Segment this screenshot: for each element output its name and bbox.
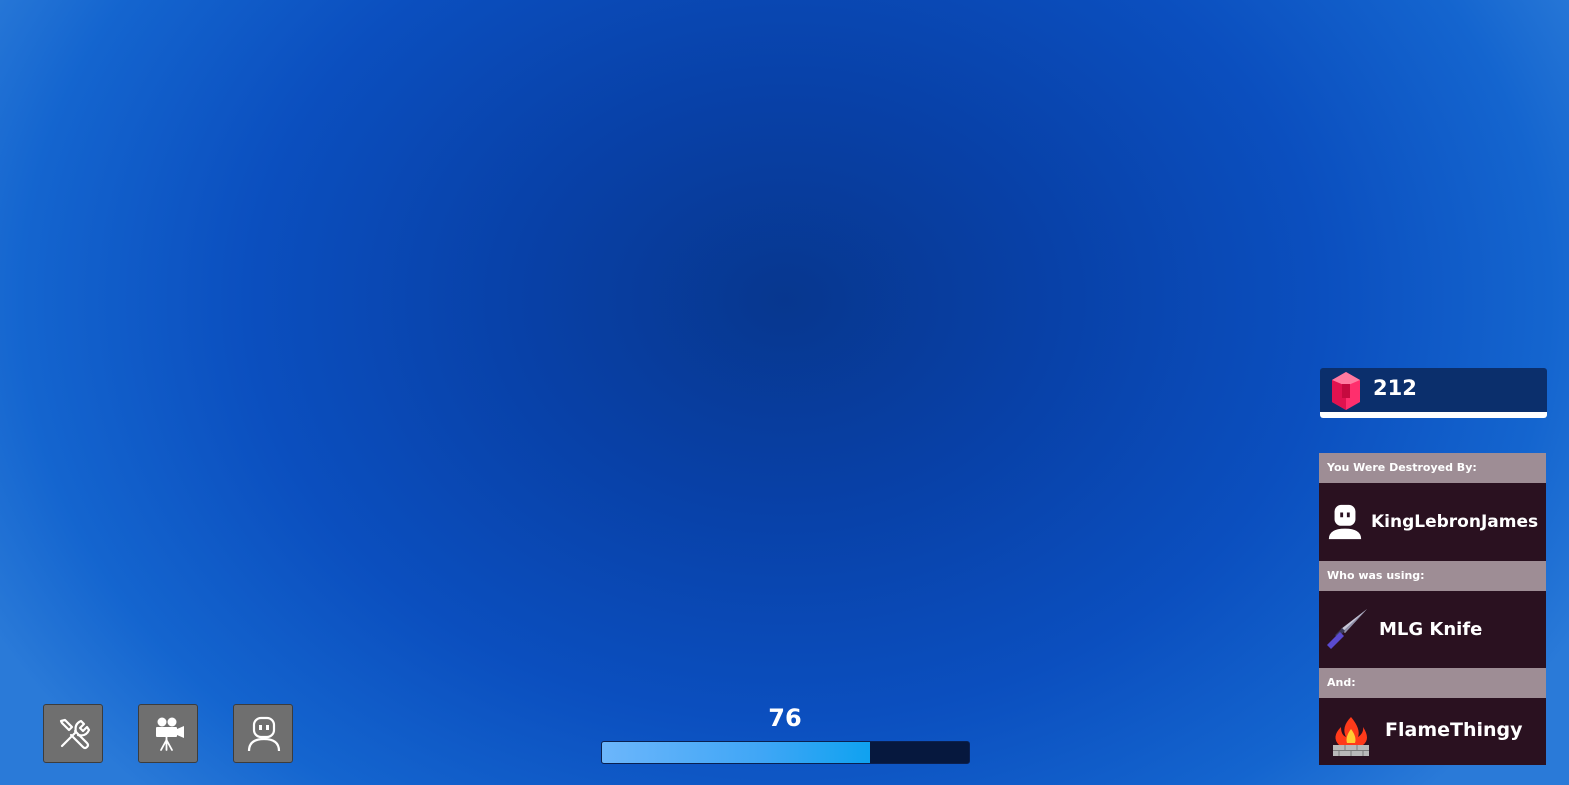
death-info-panel: You Were Destroyed By: KingLebronJames W… (1319, 453, 1546, 765)
weapon-row: MLG Knife (1319, 591, 1546, 668)
gem-progress-bar (1320, 412, 1547, 418)
health-bar (601, 741, 970, 764)
gem-counter: 212 (1320, 368, 1547, 418)
character-icon (247, 716, 281, 752)
killer-name: KingLebronJames (1371, 512, 1539, 532)
character-button[interactable] (233, 704, 293, 763)
weapon-label: Who was using: (1319, 561, 1546, 591)
camera-icon (156, 717, 184, 751)
health-value: 76 (768, 704, 802, 732)
flame-wall-icon (1333, 717, 1369, 756)
camera-button[interactable] (138, 704, 198, 763)
health-bar-fill (602, 742, 870, 763)
tools-button[interactable] (43, 704, 103, 763)
tools-icon (59, 718, 91, 750)
destroyed-by-label: You Were Destroyed By: (1319, 453, 1546, 483)
extra-label: And: (1319, 668, 1546, 698)
gem-icon (1332, 372, 1360, 410)
avatar-icon (1328, 504, 1362, 540)
extra-name: FlameThingy (1385, 719, 1523, 741)
weapon-name: MLG Knife (1379, 619, 1483, 640)
gem-count: 212 (1373, 376, 1417, 400)
killer-row: KingLebronJames (1319, 483, 1546, 561)
extra-row: FlameThingy (1319, 698, 1546, 765)
knife-icon (1327, 609, 1367, 649)
